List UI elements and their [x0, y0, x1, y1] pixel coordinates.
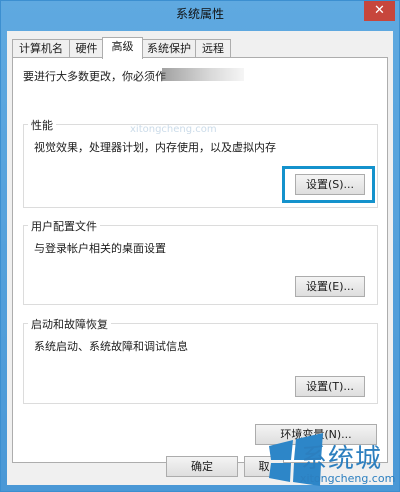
system-properties-window: 系统属性 ✕ 计算机名 硬件 高级 系统保护 远程 要进行大多数更改，你必须作 … [0, 0, 400, 492]
close-button[interactable]: ✕ [364, 1, 395, 21]
startup-recovery-desc: 系统启动、系统故障和调试信息 [34, 340, 188, 353]
startup-settings-button[interactable]: 设置(T)... [295, 376, 365, 397]
faint-watermark: xitongcheng.com [130, 124, 217, 135]
user-profile-group: 用户配置文件 与登录帐户相关的桌面设置 设置(E)... [23, 218, 378, 305]
performance-label: 性能 [28, 117, 56, 133]
user-profile-desc: 与登录帐户相关的桌面设置 [34, 242, 166, 255]
user-profile-settings-button[interactable]: 设置(E)... [295, 276, 365, 297]
tab-remote[interactable]: 远程 [195, 39, 231, 58]
startup-recovery-label: 启动和故障恢复 [28, 316, 111, 332]
title-bar: 系统属性 ✕ [1, 1, 399, 29]
dialog-client: 计算机名 硬件 高级 系统保护 远程 要进行大多数更改，你必须作 性能 视觉效果… [7, 31, 393, 485]
tab-advanced[interactable]: 高级 [102, 37, 143, 59]
watermark-brand: 系统城 [301, 444, 383, 474]
watermark-url: xitongcheng.com [300, 472, 396, 485]
notice-blur [162, 68, 244, 81]
tab-system-protection[interactable]: 系统保护 [142, 39, 196, 58]
highlight-box [282, 166, 375, 203]
startup-recovery-group: 启动和故障恢复 系统启动、系统故障和调试信息 设置(T)... [23, 316, 378, 404]
window-title: 系统属性 [175, 7, 224, 21]
ok-button[interactable]: 确定 [166, 456, 238, 477]
admin-notice: 要进行大多数更改，你必须作 [23, 70, 166, 83]
user-profile-label: 用户配置文件 [28, 218, 100, 234]
advanced-tab-panel: 要进行大多数更改，你必须作 性能 视觉效果，处理器计划，内存使用，以及虚拟内存 … [12, 57, 388, 463]
tab-hardware[interactable]: 硬件 [69, 39, 104, 58]
close-icon: ✕ [374, 3, 385, 18]
tab-computer-name[interactable]: 计算机名 [12, 39, 70, 58]
